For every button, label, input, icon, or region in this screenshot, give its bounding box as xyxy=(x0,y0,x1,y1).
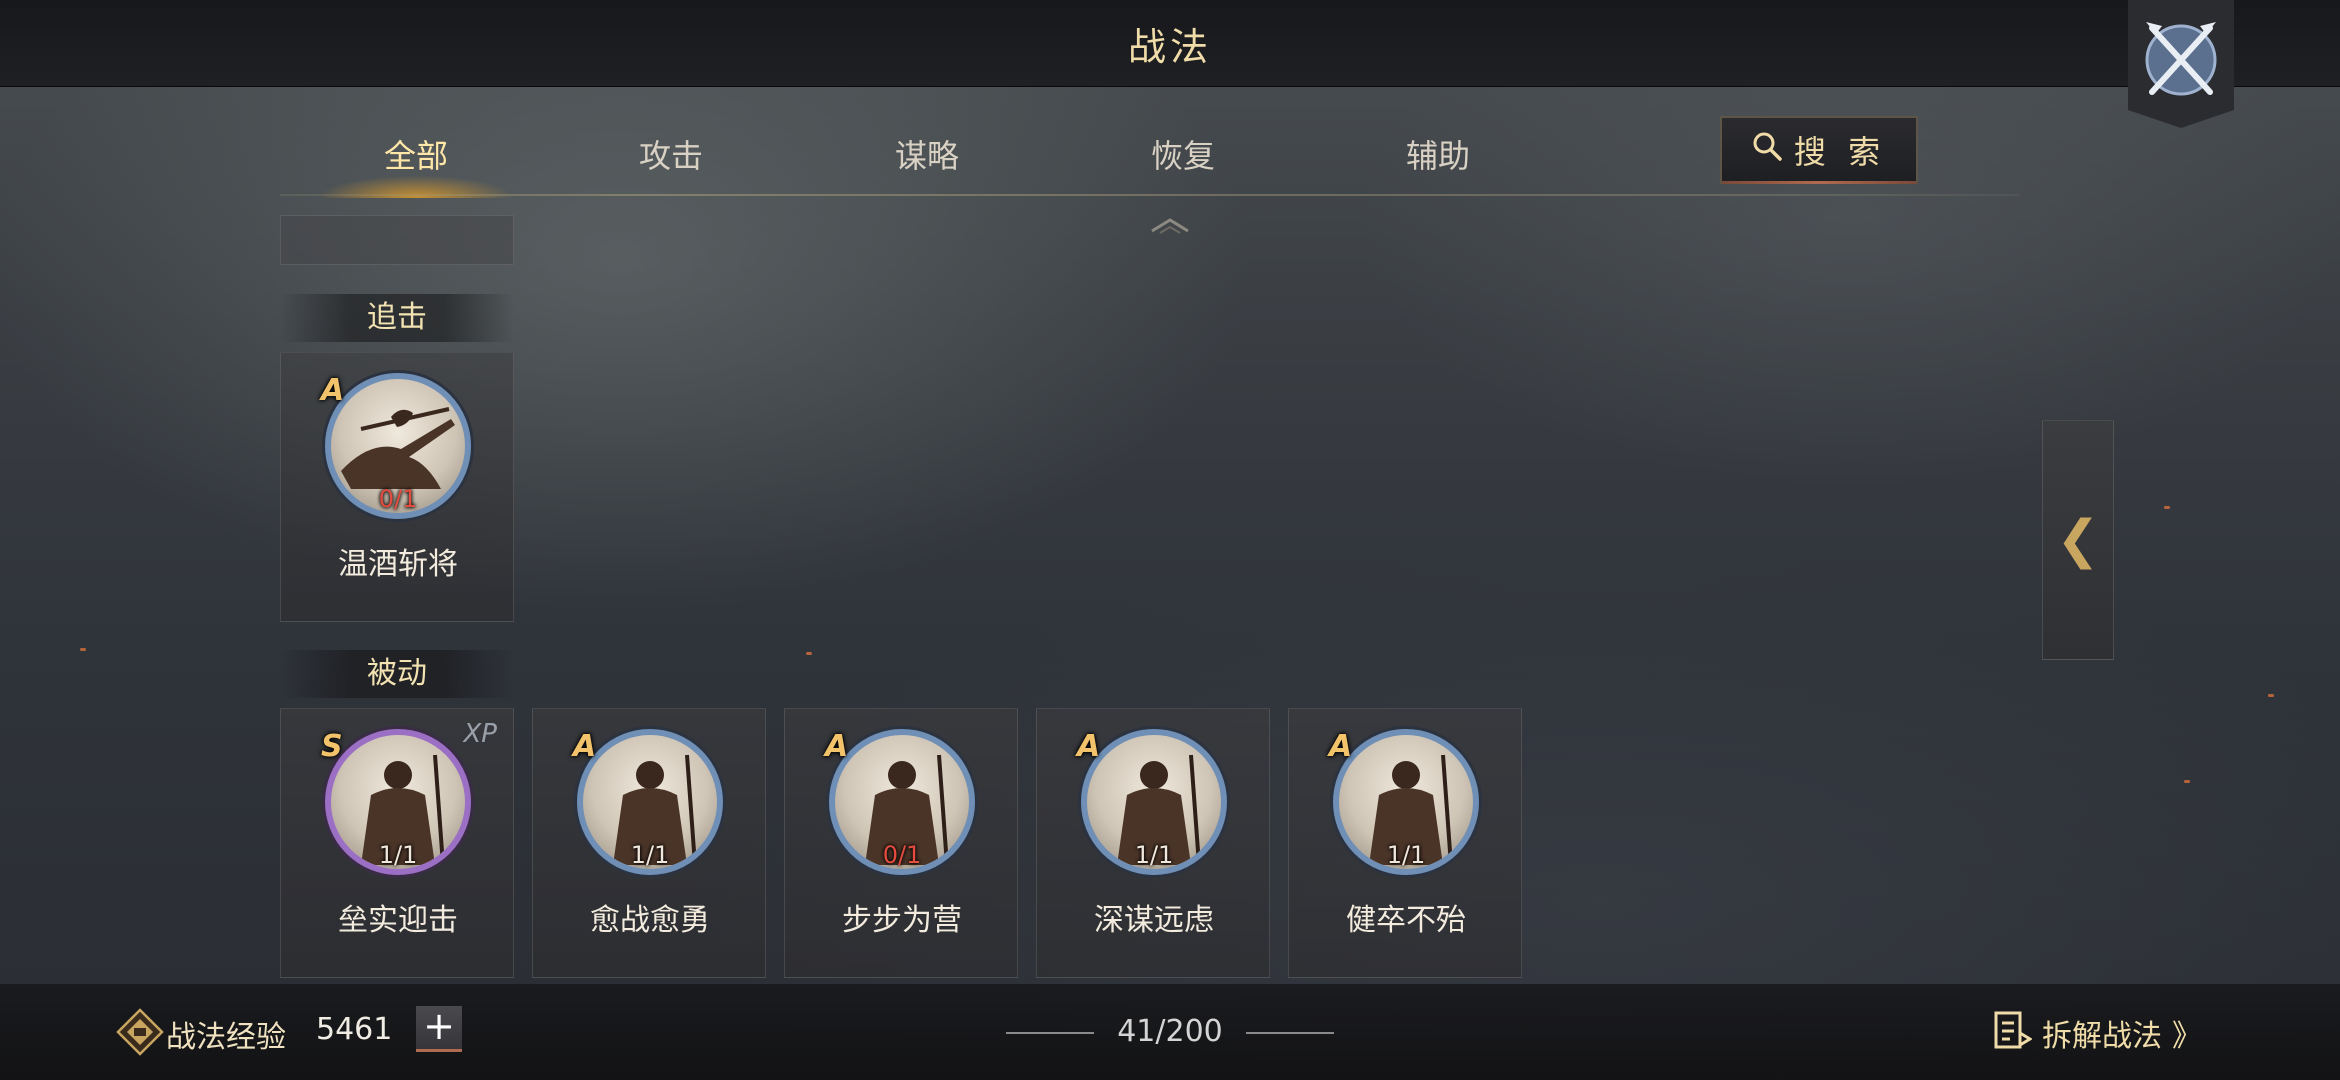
tab-all[interactable]: 全部 xyxy=(296,118,536,198)
skill-grade: A xyxy=(321,373,345,408)
skill-card[interactable]: XP S 1/1 垒实迎击 xyxy=(280,708,514,978)
chevron-up-icon[interactable] xyxy=(1148,216,1192,234)
tab-attack[interactable]: 攻击 xyxy=(571,118,771,194)
ember-decoration xyxy=(2184,780,2190,783)
section-label-pursuit: 追击 xyxy=(280,294,514,342)
skill-count: 1/1 xyxy=(378,841,418,869)
skill-card[interactable]: A 1/1 愈战愈勇 xyxy=(532,708,766,978)
tab-divider xyxy=(280,194,2020,196)
top-bar: 战法 xyxy=(0,0,2340,87)
skill-name: 步步为营 xyxy=(842,903,962,938)
ember-decoration xyxy=(806,652,812,655)
xp-tag: XP xyxy=(463,719,498,749)
side-panel-toggle[interactable]: ❮ xyxy=(2042,420,2114,660)
search-icon xyxy=(1752,131,1782,169)
skill-count: 0/1 xyxy=(378,485,418,513)
ember-decoration xyxy=(2268,694,2274,697)
skill-count: 1/1 xyxy=(1386,841,1426,869)
skill-count: 1/1 xyxy=(1134,841,1174,869)
skill-card[interactable]: A 0/1 步步为营 xyxy=(784,708,1018,978)
skill-card[interactable]: A 1/1 健卒不殆 xyxy=(1288,708,1522,978)
search-button[interactable]: 搜 索 xyxy=(1720,116,1918,184)
tab-strategy[interactable]: 谋略 xyxy=(827,118,1027,194)
skill-name: 健卒不殆 xyxy=(1346,903,1466,938)
section-label-passive: 被动 xyxy=(280,650,514,698)
page-title: 战法 xyxy=(1127,25,1212,69)
skill-grade: A xyxy=(825,729,849,764)
empty-slot xyxy=(280,215,514,265)
crossed-swords-icon[interactable] xyxy=(2128,0,2234,128)
skill-card[interactable]: A 1/1 深谋远虑 xyxy=(1036,708,1270,978)
ember-decoration xyxy=(80,648,86,651)
skill-card[interactable]: A 0/1 温酒斩将 xyxy=(280,352,514,622)
dismantle-skills-button[interactable]: 拆解战法 》 xyxy=(1994,1008,2214,1058)
skill-name: 温酒斩将 xyxy=(338,547,458,582)
skill-name: 深谋远虑 xyxy=(1094,903,1214,938)
skill-grade: A xyxy=(573,729,597,764)
skill-grade: A xyxy=(1077,729,1101,764)
ember-decoration xyxy=(2164,506,2170,509)
dismantle-label: 拆解战法 xyxy=(2042,1019,2162,1054)
skill-count: 0/1 xyxy=(882,841,922,869)
divider-right xyxy=(1246,1032,1334,1034)
search-label: 搜 索 xyxy=(1793,133,1887,171)
chevron-left-icon: ❮ xyxy=(2056,510,2100,570)
skill-grade: A xyxy=(1329,729,1353,764)
skill-grade: S xyxy=(321,729,343,764)
skill-name: 愈战愈勇 xyxy=(590,903,710,938)
tab-support[interactable]: 辅助 xyxy=(1338,118,1538,194)
dismantle-icon xyxy=(1994,1011,2033,1055)
skill-capacity: 41/200 xyxy=(1117,1014,1223,1049)
double-chevron-right-icon: 》 xyxy=(2172,1019,2202,1054)
tab-recovery[interactable]: 恢复 xyxy=(1083,118,1283,194)
skill-count: 1/1 xyxy=(630,841,670,869)
skill-name: 垒实迎击 xyxy=(338,903,458,938)
